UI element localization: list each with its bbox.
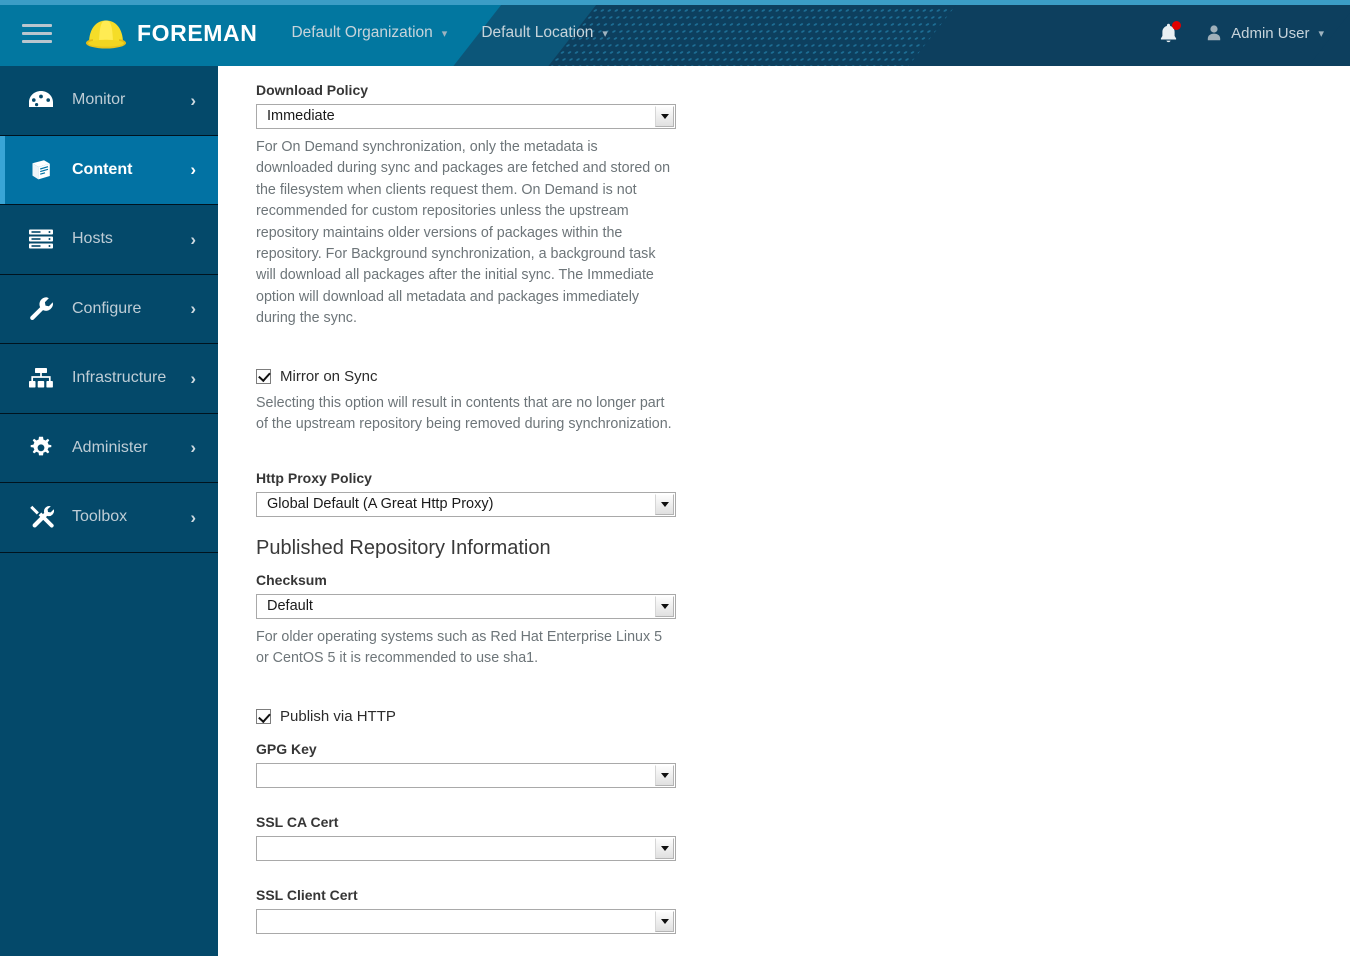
speedometer-icon bbox=[26, 87, 56, 113]
hamburger-bar bbox=[22, 23, 52, 27]
gpg-key-select[interactable] bbox=[256, 763, 676, 789]
publish-via-http-label: Publish via HTTP bbox=[280, 708, 396, 726]
hamburger-bar bbox=[22, 31, 52, 35]
active-accent-bar bbox=[0, 135, 5, 204]
hardhat-logo-icon bbox=[86, 20, 126, 49]
ssl-client-cert-select-wrap[interactable] bbox=[256, 909, 676, 935]
published-repository-information-heading: Published Repository Information bbox=[256, 537, 551, 560]
ssl-ca-cert-label: SSL CA Cert bbox=[256, 814, 339, 831]
book-icon bbox=[26, 157, 56, 183]
sidebar-item-monitor[interactable]: Monitor › bbox=[0, 66, 218, 136]
organization-selector[interactable]: Default Organization ▾ bbox=[291, 24, 447, 42]
publish-via-http-checkbox[interactable] bbox=[256, 709, 271, 725]
ssl-ca-cert-select[interactable] bbox=[256, 836, 676, 862]
tools-icon bbox=[26, 504, 56, 530]
sidebar-item-toolbox[interactable]: Toolbox › bbox=[0, 483, 218, 553]
checksum-help: For older operating systems such as Red … bbox=[256, 629, 663, 667]
chevron-right-icon: › bbox=[190, 507, 196, 527]
sidebar-item-label: Infrastructure bbox=[72, 369, 167, 387]
chevron-right-icon: › bbox=[190, 299, 196, 319]
mirror-on-sync-help: Selecting this option will result in con… bbox=[256, 394, 672, 433]
download-policy-select-wrap[interactable]: Immediate bbox=[256, 104, 676, 129]
download-policy-help: For On Demand synchronization, only the … bbox=[256, 139, 671, 327]
download-policy-select[interactable]: Immediate bbox=[256, 104, 676, 129]
sidebar-item-configure[interactable]: Configure › bbox=[0, 275, 218, 344]
repository-settings-form: Download Policy Immediate For On Demand … bbox=[256, 82, 678, 956]
gpg-key-label: GPG Key bbox=[256, 741, 317, 758]
wrench-icon bbox=[26, 296, 56, 322]
mirror-on-sync-row[interactable]: Mirror on Sync bbox=[256, 368, 678, 385]
chevron-down-icon: ▾ bbox=[1318, 27, 1324, 40]
chevron-right-icon: › bbox=[190, 160, 196, 180]
sidebar-item-infrastructure[interactable]: Infrastructure › bbox=[0, 344, 218, 414]
sidebar-item-hosts[interactable]: Hosts › bbox=[0, 205, 218, 275]
user-name: Admin User bbox=[1231, 24, 1310, 42]
http-proxy-policy-label: Http Proxy Policy bbox=[256, 470, 372, 487]
main-content: Download Policy Immediate For On Demand … bbox=[218, 66, 1350, 956]
brand-logo-link[interactable]: FOREMAN bbox=[85, 16, 257, 50]
gpg-key-select-wrap[interactable] bbox=[256, 763, 676, 789]
chevron-right-icon: › bbox=[190, 438, 196, 458]
mirror-on-sync-label: Mirror on Sync bbox=[280, 367, 378, 385]
hamburger-bar bbox=[22, 39, 52, 43]
sidebar-item-administer[interactable]: Administer › bbox=[0, 414, 218, 483]
sidebar-item-label: Monitor bbox=[72, 91, 126, 109]
download-policy-label: Download Policy bbox=[256, 82, 369, 98]
ssl-client-cert-select[interactable] bbox=[256, 909, 676, 935]
location-selector[interactable]: Default Location ▾ bbox=[481, 24, 608, 42]
notifications-button[interactable] bbox=[1160, 21, 1182, 43]
ssl-client-cert-label: SSL Client Cert bbox=[256, 887, 358, 904]
sidebar-item-label: Administer bbox=[72, 438, 148, 456]
user-icon bbox=[1207, 25, 1221, 41]
chevron-right-icon: › bbox=[190, 229, 196, 249]
sidebar-item-label: Hosts bbox=[72, 230, 113, 248]
mirror-on-sync-checkbox[interactable] bbox=[256, 368, 271, 384]
chevron-right-icon: › bbox=[190, 90, 196, 110]
chevron-down-icon: ▾ bbox=[602, 27, 608, 40]
chevron-down-icon: ▾ bbox=[441, 27, 448, 40]
gear-icon bbox=[26, 435, 56, 461]
masthead: FOREMAN Default Organization ▾ Default L… bbox=[0, 0, 1350, 66]
location-label: Default Location bbox=[481, 24, 594, 41]
sitemap-icon bbox=[26, 365, 56, 391]
http-proxy-policy-select[interactable]: Global Default (A Great Http Proxy) bbox=[256, 492, 676, 518]
chevron-right-icon: › bbox=[190, 368, 196, 388]
sidebar-item-content[interactable]: Content › bbox=[0, 135, 218, 205]
notification-badge bbox=[1172, 21, 1182, 30]
brand-name: FOREMAN bbox=[137, 19, 258, 46]
checksum-label: Checksum bbox=[256, 572, 327, 589]
server-rack-icon bbox=[26, 226, 56, 252]
sidebar-item-label: Toolbox bbox=[72, 508, 128, 526]
hamburger-icon[interactable] bbox=[22, 18, 60, 48]
organization-label: Default Organization bbox=[291, 24, 433, 41]
publish-via-http-row[interactable]: Publish via HTTP bbox=[256, 708, 678, 725]
checksum-select[interactable]: Default bbox=[256, 594, 676, 620]
checksum-select-wrap[interactable]: Default bbox=[256, 594, 676, 620]
user-menu[interactable]: Admin User ▾ bbox=[1207, 25, 1324, 42]
ssl-ca-cert-select-wrap[interactable] bbox=[256, 836, 676, 862]
sidebar-item-label: Configure bbox=[72, 299, 142, 317]
http-proxy-policy-select-wrap[interactable]: Global Default (A Great Http Proxy) bbox=[256, 492, 676, 518]
sidebar-item-label: Content bbox=[72, 160, 133, 178]
sidebar-filler bbox=[0, 553, 218, 554]
sidebar: Monitor › Content › Hosts › Configure › … bbox=[0, 66, 218, 956]
